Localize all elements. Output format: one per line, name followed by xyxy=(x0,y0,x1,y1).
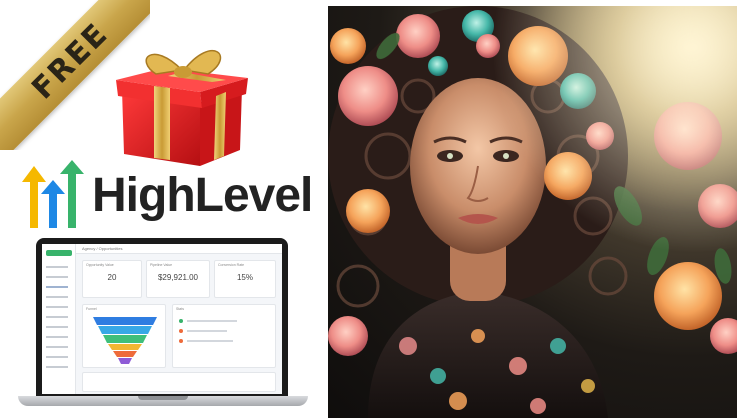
free-label: FREE xyxy=(24,15,116,107)
brand-name: HighLevel xyxy=(92,169,313,222)
dashboard-topbar: Agency / Opportunities xyxy=(76,244,282,254)
stat-card: Opportunity Value 20 xyxy=(82,260,142,298)
stat-card: Pipeline Value $29,921.00 xyxy=(146,260,210,298)
laptop-screen: Agency / Opportunities Opportunity Value… xyxy=(36,238,288,398)
highlevel-logo: HighLevel xyxy=(20,160,320,230)
portrait-illustration xyxy=(328,6,737,418)
dashboard-header: Agency / Opportunities xyxy=(82,246,123,251)
funnel-panel: Funnel xyxy=(82,304,166,368)
funnel-chart-icon xyxy=(93,317,157,364)
dashboard-screenshot: Agency / Opportunities Opportunity Value… xyxy=(42,244,282,394)
bottom-panel xyxy=(82,372,276,392)
promo-panel: FREE HighLevel Agency / Opportunities Op… xyxy=(0,0,328,418)
dashboard-sidebar xyxy=(42,244,76,394)
stats-panel: Stats xyxy=(172,304,276,368)
stat-card: Conversion Rate 15% xyxy=(214,260,276,298)
laptop-mockup: Agency / Opportunities Opportunity Value… xyxy=(18,238,308,418)
ai-portrait-artwork xyxy=(328,6,737,418)
gift-box-icon xyxy=(116,50,248,166)
highlevel-arrows-logo-icon xyxy=(22,160,84,228)
